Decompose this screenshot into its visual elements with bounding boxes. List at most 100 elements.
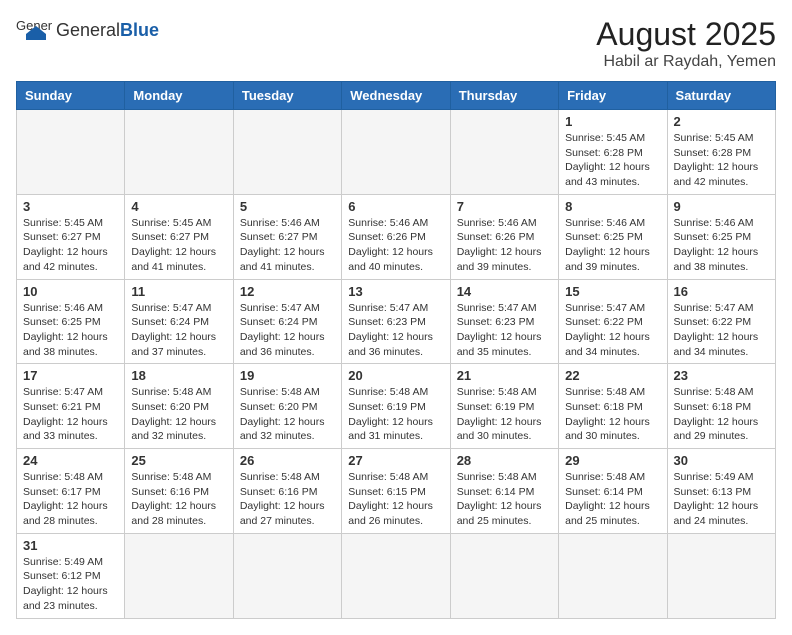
- day-number: 2: [674, 114, 769, 129]
- day-info: Sunrise: 5:48 AM Sunset: 6:18 PM Dayligh…: [565, 385, 660, 444]
- day-number: 6: [348, 199, 443, 214]
- day-cell: 25 Sunrise: 5:48 AM Sunset: 6:16 PM Dayli…: [125, 449, 233, 534]
- week-row-1: 3 Sunrise: 5:45 AM Sunset: 6:27 PM Daylig…: [17, 194, 776, 279]
- day-cell: [342, 110, 450, 195]
- day-cell: 8 Sunrise: 5:46 AM Sunset: 6:25 PM Daylig…: [559, 194, 667, 279]
- day-cell: 21Sunrise: 5:48 AM Sunset: 6:19 PM Dayli…: [450, 364, 558, 449]
- day-info: Sunrise: 5:48 AM Sunset: 6:17 PM Dayligh…: [23, 470, 118, 529]
- day-cell: 19 Sunrise: 5:48 AM Sunset: 6:20 PM Dayli…: [233, 364, 341, 449]
- day-cell: 15 Sunrise: 5:47 AM Sunset: 6:22 PM Dayli…: [559, 279, 667, 364]
- day-cell: 24 Sunrise: 5:48 AM Sunset: 6:17 PM Dayli…: [17, 449, 125, 534]
- day-number: 28: [457, 453, 552, 468]
- day-info: Sunrise: 5:45 AM Sunset: 6:28 PM Dayligh…: [674, 131, 769, 190]
- week-row-3: 17 Sunrise: 5:47 AM Sunset: 6:21 PM Dayli…: [17, 364, 776, 449]
- day-cell: 3 Sunrise: 5:45 AM Sunset: 6:27 PM Daylig…: [17, 194, 125, 279]
- day-cell: 17 Sunrise: 5:47 AM Sunset: 6:21 PM Dayli…: [17, 364, 125, 449]
- day-number: 4: [131, 199, 226, 214]
- weekday-header-wednesday: Wednesday: [342, 82, 450, 110]
- day-cell: [17, 110, 125, 195]
- day-info: Sunrise: 5:47 AM Sunset: 6:22 PM Dayligh…: [674, 301, 769, 360]
- day-info: Sunrise: 5:46 AM Sunset: 6:25 PM Dayligh…: [565, 216, 660, 275]
- day-number: 23: [674, 368, 769, 383]
- day-cell: 9 Sunrise: 5:46 AM Sunset: 6:25 PM Daylig…: [667, 194, 775, 279]
- day-info: Sunrise: 5:47 AM Sunset: 6:22 PM Dayligh…: [565, 301, 660, 360]
- title-area: August 2025 Habil ar Raydah, Yemen: [596, 16, 776, 71]
- week-row-5: 31 Sunrise: 5:49 AM Sunset: 6:12 PM Dayli…: [17, 533, 776, 618]
- day-number: 29: [565, 453, 660, 468]
- day-cell: 22 Sunrise: 5:48 AM Sunset: 6:18 PM Dayli…: [559, 364, 667, 449]
- day-number: 18: [131, 368, 226, 383]
- day-cell: 14 Sunrise: 5:47 AM Sunset: 6:23 PM Dayli…: [450, 279, 558, 364]
- day-cell: [125, 110, 233, 195]
- day-info: Sunrise: 5:46 AM Sunset: 6:25 PM Dayligh…: [674, 216, 769, 275]
- calendar-subtitle: Habil ar Raydah, Yemen: [596, 53, 776, 71]
- calendar-table: SundayMondayTuesdayWednesdayThursdayFrid…: [16, 81, 776, 619]
- day-cell: [125, 533, 233, 618]
- day-info: Sunrise: 5:48 AM Sunset: 6:16 PM Dayligh…: [131, 470, 226, 529]
- day-cell: 26 Sunrise: 5:48 AM Sunset: 6:16 PM Dayli…: [233, 449, 341, 534]
- day-cell: [233, 110, 341, 195]
- day-info: Sunrise: 5:49 AM Sunset: 6:12 PM Dayligh…: [23, 555, 118, 614]
- weekday-header-sunday: Sunday: [17, 82, 125, 110]
- day-info: Sunrise: 5:48 AM Sunset: 6:20 PM Dayligh…: [131, 385, 226, 444]
- day-info: Sunrise: 5:46 AM Sunset: 6:25 PM Dayligh…: [23, 301, 118, 360]
- logo-icon: General: [16, 16, 52, 44]
- day-cell: 7Sunrise: 5:46 AM Sunset: 6:26 PM Daylig…: [450, 194, 558, 279]
- day-number: 3: [23, 199, 118, 214]
- day-info: Sunrise: 5:47 AM Sunset: 6:24 PM Dayligh…: [240, 301, 335, 360]
- week-row-2: 10 Sunrise: 5:46 AM Sunset: 6:25 PM Dayli…: [17, 279, 776, 364]
- weekday-header-friday: Friday: [559, 82, 667, 110]
- day-cell: 23 Sunrise: 5:48 AM Sunset: 6:18 PM Dayli…: [667, 364, 775, 449]
- day-number: 31: [23, 538, 118, 553]
- day-cell: [450, 533, 558, 618]
- day-cell: [342, 533, 450, 618]
- day-cell: 5 Sunrise: 5:46 AM Sunset: 6:27 PM Daylig…: [233, 194, 341, 279]
- day-cell: 12 Sunrise: 5:47 AM Sunset: 6:24 PM Dayli…: [233, 279, 341, 364]
- day-info: Sunrise: 5:46 AM Sunset: 6:27 PM Dayligh…: [240, 216, 335, 275]
- day-number: 13: [348, 284, 443, 299]
- day-number: 25: [131, 453, 226, 468]
- day-number: 10: [23, 284, 118, 299]
- day-cell: 13 Sunrise: 5:47 AM Sunset: 6:23 PM Dayli…: [342, 279, 450, 364]
- day-number: 26: [240, 453, 335, 468]
- day-info: Sunrise: 5:47 AM Sunset: 6:23 PM Dayligh…: [457, 301, 552, 360]
- day-info: Sunrise: 5:48 AM Sunset: 6:20 PM Dayligh…: [240, 385, 335, 444]
- day-info: Sunrise: 5:49 AM Sunset: 6:13 PM Dayligh…: [674, 470, 769, 529]
- day-number: 8: [565, 199, 660, 214]
- day-number: 12: [240, 284, 335, 299]
- day-number: 21: [457, 368, 552, 383]
- day-cell: 1Sunrise: 5:45 AM Sunset: 6:28 PM Daylig…: [559, 110, 667, 195]
- day-cell: [450, 110, 558, 195]
- day-cell: 30Sunrise: 5:49 AM Sunset: 6:13 PM Dayli…: [667, 449, 775, 534]
- weekday-header-thursday: Thursday: [450, 82, 558, 110]
- day-number: 20: [348, 368, 443, 383]
- day-info: Sunrise: 5:46 AM Sunset: 6:26 PM Dayligh…: [457, 216, 552, 275]
- logo-text: GeneralBlue: [56, 20, 159, 40]
- day-info: Sunrise: 5:48 AM Sunset: 6:15 PM Dayligh…: [348, 470, 443, 529]
- weekday-header-saturday: Saturday: [667, 82, 775, 110]
- day-cell: 31 Sunrise: 5:49 AM Sunset: 6:12 PM Dayli…: [17, 533, 125, 618]
- day-cell: 2 Sunrise: 5:45 AM Sunset: 6:28 PM Daylig…: [667, 110, 775, 195]
- day-number: 17: [23, 368, 118, 383]
- day-number: 27: [348, 453, 443, 468]
- day-number: 19: [240, 368, 335, 383]
- day-info: Sunrise: 5:48 AM Sunset: 6:16 PM Dayligh…: [240, 470, 335, 529]
- day-number: 11: [131, 284, 226, 299]
- day-info: Sunrise: 5:45 AM Sunset: 6:27 PM Dayligh…: [23, 216, 118, 275]
- day-number: 22: [565, 368, 660, 383]
- week-row-4: 24 Sunrise: 5:48 AM Sunset: 6:17 PM Dayli…: [17, 449, 776, 534]
- day-info: Sunrise: 5:48 AM Sunset: 6:18 PM Dayligh…: [674, 385, 769, 444]
- calendar-title: August 2025: [596, 16, 776, 53]
- day-cell: 11Sunrise: 5:47 AM Sunset: 6:24 PM Dayli…: [125, 279, 233, 364]
- day-number: 14: [457, 284, 552, 299]
- day-cell: 4Sunrise: 5:45 AM Sunset: 6:27 PM Daylig…: [125, 194, 233, 279]
- header: General GeneralBlue August 2025 Habil ar…: [16, 16, 776, 71]
- day-info: Sunrise: 5:47 AM Sunset: 6:21 PM Dayligh…: [23, 385, 118, 444]
- day-number: 24: [23, 453, 118, 468]
- day-number: 15: [565, 284, 660, 299]
- day-number: 9: [674, 199, 769, 214]
- day-info: Sunrise: 5:47 AM Sunset: 6:23 PM Dayligh…: [348, 301, 443, 360]
- day-number: 5: [240, 199, 335, 214]
- weekday-header-monday: Monday: [125, 82, 233, 110]
- day-cell: [233, 533, 341, 618]
